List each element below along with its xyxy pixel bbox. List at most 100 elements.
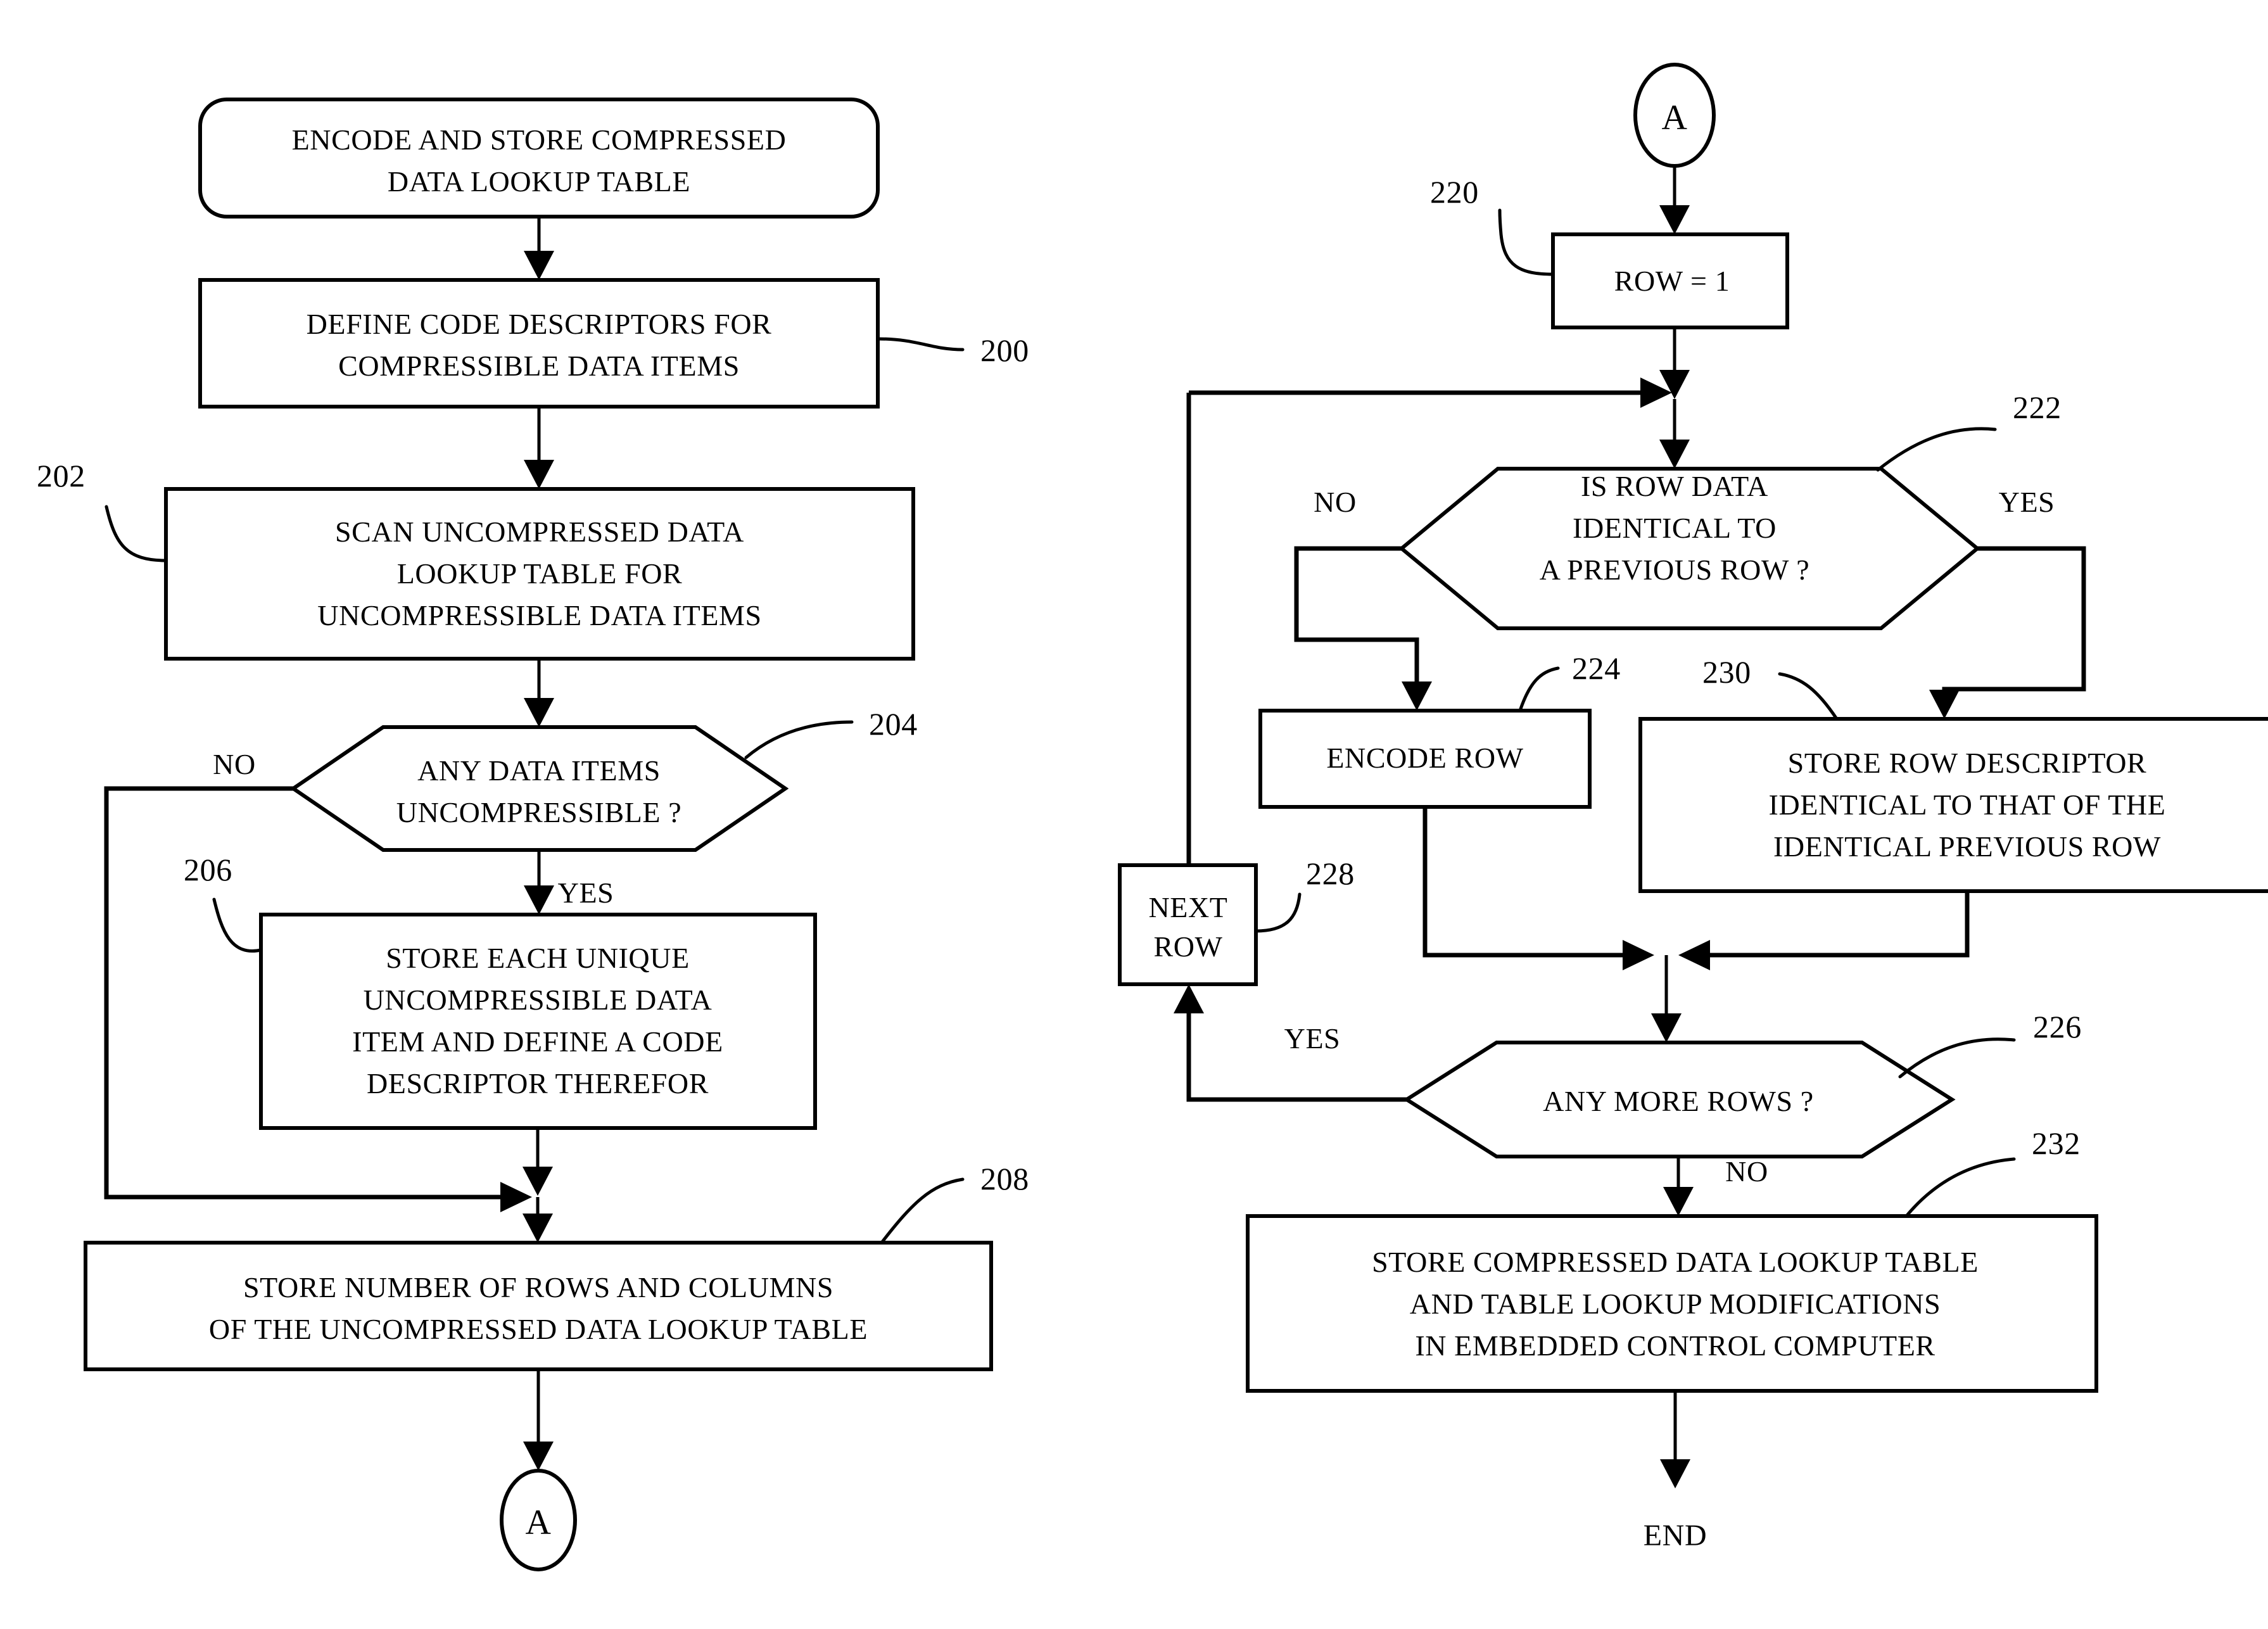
step-206-line3: ITEM AND DEFINE A CODE <box>352 1025 723 1058</box>
start-terminator-shape <box>198 98 880 219</box>
step-202-line3: UNCOMPRESSIBLE DATA ITEMS <box>317 599 761 631</box>
ref-232-leader: 232 <box>1904 1125 2081 1218</box>
step-200-box: DEFINE CODE DESCRIPTORS FOR COMPRESSIBLE… <box>198 278 880 409</box>
step-220-box: ROW = 1 <box>1551 232 1789 329</box>
path-loopback-to-222 <box>1189 377 1672 408</box>
start-terminator-line1: ENCODE AND STORE COMPRESSED <box>292 124 787 156</box>
step-228-box: NEXT ROW <box>1118 863 1258 986</box>
step-230-line2: IDENTICAL TO THAT OF THE <box>1769 789 2166 821</box>
flowchart-canvas: ENCODE AND STORE COMPRESSED DATA LOOKUP … <box>37 63 2268 1571</box>
arrow-204-to-206 <box>524 850 554 915</box>
step-228-line1: NEXT <box>1148 891 1227 923</box>
ref-230-label: 230 <box>1702 654 1751 690</box>
arrow-206-to-merge <box>523 1128 553 1196</box>
arrow-merge-to-208 <box>523 1197 553 1243</box>
arrow-220-to-222 <box>1659 327 1690 469</box>
decision-226-yes-label: YES <box>1284 1022 1341 1055</box>
step-228-shape <box>1118 863 1258 986</box>
step-206-line1: STORE EACH UNIQUE <box>386 942 690 974</box>
ref-224-label: 224 <box>1572 650 1621 686</box>
step-202-line1: SCAN UNCOMPRESSED DATA <box>335 516 744 548</box>
decision-204-yes-label: YES <box>558 877 614 909</box>
step-230-box: STORE ROW DESCRIPTOR IDENTICAL TO THAT O… <box>1638 717 2268 893</box>
start-terminator: ENCODE AND STORE COMPRESSED DATA LOOKUP … <box>198 98 880 219</box>
arrow-merge-to-226 <box>1651 955 1682 1043</box>
decision-204-line1: ANY DATA ITEMS <box>417 754 661 787</box>
decision-222-line2: IDENTICAL TO <box>1573 512 1777 544</box>
decision-222-no-label: NO <box>1314 486 1357 518</box>
step-206-box: STORE EACH UNIQUE UNCOMPRESSIBLE DATA IT… <box>259 913 817 1130</box>
decision-204-shape <box>289 725 789 852</box>
arrow-200-to-202 <box>524 407 554 489</box>
step-208-shape <box>84 1241 993 1371</box>
off-page-connector-a-out-label: A <box>525 1503 551 1542</box>
decision-204-hexagon: ANY DATA ITEMS UNCOMPRESSIBLE ? <box>289 725 789 852</box>
off-page-connector-a-in: A <box>1633 63 1716 168</box>
ref-228-leader: 228 <box>1254 856 1355 933</box>
decision-222-line1: IS ROW DATA <box>1581 470 1768 502</box>
step-224-line1: ENCODE ROW <box>1326 742 1523 774</box>
arrow-208-to-connector-a <box>523 1369 554 1471</box>
step-224-box: ENCODE ROW <box>1258 709 1592 809</box>
ref-222-label: 222 <box>2013 390 2062 425</box>
decision-204-no-label: NO <box>213 748 256 780</box>
ref-202-leader: 202 <box>37 458 168 562</box>
step-232-box: STORE COMPRESSED DATA LOOKUP TABLE AND T… <box>1246 1214 2098 1393</box>
path-222-no-to-224 <box>1294 546 1432 711</box>
step-208-line2: OF THE UNCOMPRESSED DATA LOOKUP TABLE <box>209 1313 868 1345</box>
ref-206-label: 206 <box>184 852 232 887</box>
arrow-202-to-204 <box>524 659 554 727</box>
decision-226-line1: ANY MORE ROWS ? <box>1543 1085 1814 1117</box>
start-terminator-line2: DATA LOOKUP TABLE <box>388 165 690 198</box>
step-230-line3: IDENTICAL PREVIOUS ROW <box>1773 830 2161 863</box>
ref-204-label: 204 <box>869 706 918 742</box>
ref-228-label: 228 <box>1306 856 1355 891</box>
ref-230-leader: 230 <box>1702 654 1839 721</box>
off-page-connector-a-out: A <box>500 1469 577 1571</box>
arrow-232-to-end <box>1660 1391 1690 1488</box>
ref-200-leader: 200 <box>876 333 1029 368</box>
arrow-start-to-200 <box>524 217 554 280</box>
step-200-line2: COMPRESSIBLE DATA ITEMS <box>338 350 740 382</box>
ref-208-label: 208 <box>980 1161 1029 1196</box>
ref-224-leader: 224 <box>1518 650 1621 713</box>
ref-226-leader: 226 <box>1898 1009 2082 1079</box>
decision-204-line2: UNCOMPRESSIBLE ? <box>396 796 682 828</box>
off-page-connector-a-in-label: A <box>1661 98 1687 137</box>
ref-202-label: 202 <box>37 458 86 493</box>
step-208-line1: STORE NUMBER OF ROWS AND COLUMNS <box>243 1271 833 1303</box>
path-222-yes-to-230 <box>1929 546 2086 719</box>
ref-220-leader: 220 <box>1430 174 1555 276</box>
decision-222-yes-label: YES <box>1999 486 2055 518</box>
step-208-box: STORE NUMBER OF ROWS AND COLUMNS OF THE … <box>84 1241 993 1371</box>
ref-226-label: 226 <box>2033 1009 2082 1044</box>
step-232-line3: IN EMBEDDED CONTROL COMPUTER <box>1415 1329 1935 1362</box>
ref-222-leader: 222 <box>1876 390 2062 472</box>
step-220-line1: ROW = 1 <box>1614 265 1730 297</box>
end-terminator-label: END <box>1644 1519 1707 1552</box>
step-232-line2: AND TABLE LOOKUP MODIFICATIONS <box>1410 1288 1941 1320</box>
ref-200-label: 200 <box>980 333 1029 368</box>
decision-222-hexagon: IS ROW DATA IDENTICAL TO A PREVIOUS ROW … <box>1398 467 1980 630</box>
path-224-to-merge <box>1422 807 1654 970</box>
ref-220-label: 220 <box>1430 174 1479 210</box>
path-230-to-merge <box>1678 891 1970 970</box>
decision-222-line3: A PREVIOUS ROW ? <box>1540 554 1810 586</box>
decision-226-no-label: NO <box>1725 1155 1768 1188</box>
ref-232-label: 232 <box>2032 1125 2081 1161</box>
decision-226-hexagon: ANY MORE ROWS ? <box>1403 1041 1956 1158</box>
ref-204-leader: 204 <box>744 706 918 759</box>
ref-206-leader: 206 <box>184 852 263 953</box>
step-206-line4: DESCRIPTOR THEREFOR <box>367 1067 709 1100</box>
step-200-shape <box>198 278 880 409</box>
step-232-line1: STORE COMPRESSED DATA LOOKUP TABLE <box>1372 1246 1979 1278</box>
step-228-line2: ROW <box>1153 930 1222 963</box>
step-230-line1: STORE ROW DESCRIPTOR <box>1788 747 2147 779</box>
step-202-box: SCAN UNCOMPRESSED DATA LOOKUP TABLE FOR … <box>164 487 915 661</box>
step-206-line2: UNCOMPRESSIBLE DATA <box>364 984 713 1016</box>
arrow-226-to-232 <box>1663 1157 1694 1216</box>
flowchart-page: ENCODE AND STORE COMPRESSED DATA LOOKUP … <box>0 0 2268 1629</box>
ref-208-leader: 208 <box>880 1161 1029 1245</box>
step-200-line1: DEFINE CODE DESCRIPTORS FOR <box>307 308 772 340</box>
step-202-line2: LOOKUP TABLE FOR <box>397 557 683 590</box>
